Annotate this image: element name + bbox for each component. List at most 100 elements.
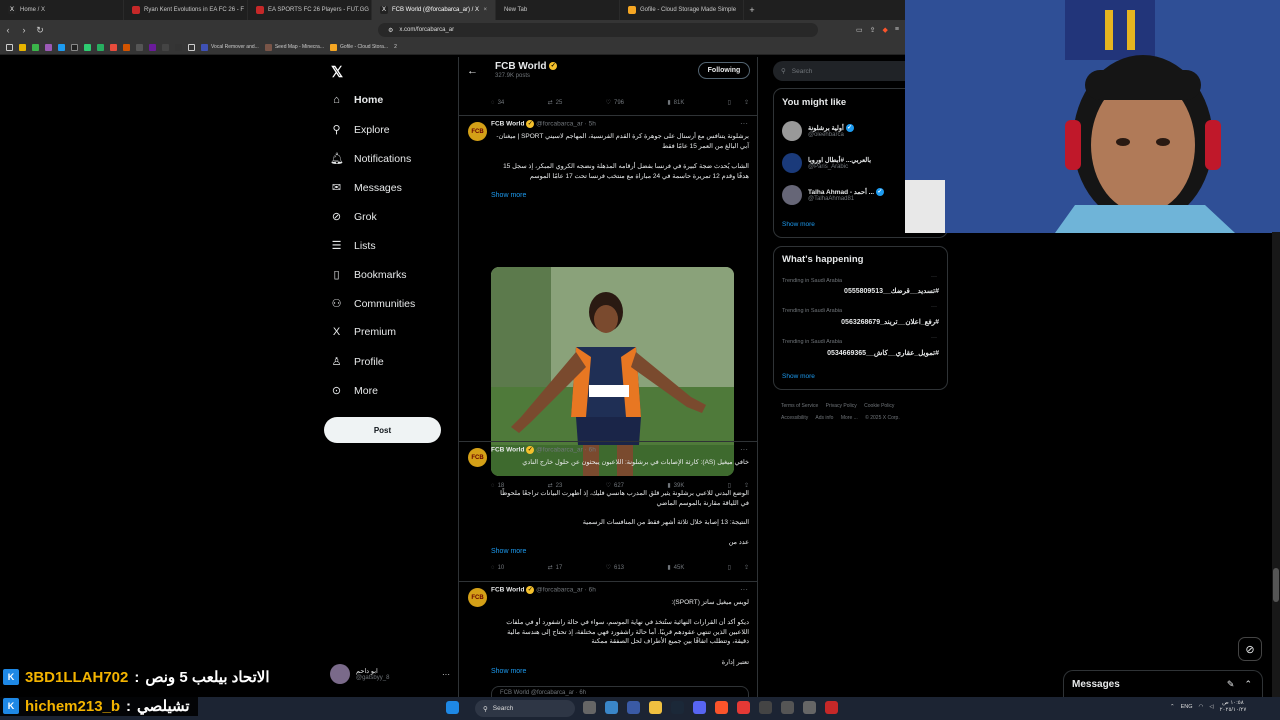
bookmark-favicon-icon[interactable]: [136, 43, 143, 51]
bookmark-item[interactable]: 2: [394, 44, 397, 50]
brave-shield-icon[interactable]: ◆: [883, 26, 888, 34]
views-button[interactable]: ▮ 45K: [667, 564, 684, 572]
nav-messages[interactable]: ✉ Messages: [330, 181, 402, 195]
scrollbar-thumb[interactable]: [1273, 568, 1279, 602]
browser-tab[interactable]: Ryan Kent Evolutions in EA FC 26 - F: [124, 0, 248, 20]
x-logo-icon[interactable]: 𝕏: [331, 63, 343, 81]
task-view-icon[interactable]: [583, 701, 596, 714]
brave-icon[interactable]: [715, 701, 728, 714]
browser-tab-active[interactable]: X FCB World (@forcabarca_ar) / X ×: [372, 0, 496, 20]
bookmark-favicon-icon[interactable]: [123, 43, 130, 51]
app-icon[interactable]: [737, 701, 750, 714]
account-switcher[interactable]: ابو داحم @gatsbyy_8 ···: [330, 663, 455, 685]
more-dots-icon[interactable]: ···: [740, 119, 748, 128]
discord-icon[interactable]: [693, 701, 706, 714]
taskbar-search[interactable]: ⚲ Search: [475, 700, 575, 717]
volume-icon[interactable]: ◁: [1209, 704, 1213, 710]
show-more-link[interactable]: Show more: [782, 373, 815, 380]
bookmark-favicon-icon[interactable]: [175, 43, 182, 51]
bookmark-favicon-icon[interactable]: [149, 43, 156, 51]
share-icon[interactable]: ⇪: [744, 564, 749, 571]
bookmark-favicon-icon[interactable]: [162, 43, 169, 51]
obs-icon[interactable]: [803, 701, 816, 714]
more-dots-icon[interactable]: ···: [931, 304, 937, 310]
quoted-tweet[interactable]: FCB World @forcabarca_ar · 6h: [491, 686, 749, 697]
footer-link[interactable]: Accessibility: [781, 415, 808, 421]
app-icon[interactable]: [781, 701, 794, 714]
close-tab-icon[interactable]: ×: [483, 7, 487, 13]
app-icon[interactable]: [627, 701, 640, 714]
browser-tab[interactable]: X Home / X: [0, 0, 124, 20]
bookmark-favicon-icon[interactable]: [71, 43, 78, 51]
browser-tab[interactable]: Gofile - Cloud Storage Made Simple: [620, 0, 744, 20]
nav-explore[interactable]: ⚲ Explore: [330, 123, 389, 137]
bookmark-tweet-button[interactable]: ▯ ⇪: [728, 564, 749, 571]
bookmark-item[interactable]: Vocal Remover and...: [201, 43, 259, 51]
bookmark-tweet-button[interactable]: ▯ ⇪: [728, 99, 749, 106]
repost-button[interactable]: ⇄ 25: [548, 99, 563, 107]
tweet[interactable]: FCB FCB World ✓ @forcabarca_ar · 6h ··· …: [459, 441, 757, 580]
footer-link[interactable]: Terms of Service: [781, 403, 818, 409]
screen-icon[interactable]: ▭: [856, 26, 863, 34]
reload-icon[interactable]: ↻: [32, 25, 48, 36]
reply-button[interactable]: ◌ 34: [491, 99, 504, 106]
apps-icon[interactable]: [6, 43, 13, 51]
file-explorer-icon[interactable]: [649, 701, 662, 714]
more-dots-icon[interactable]: ···: [931, 274, 937, 280]
tweet[interactable]: FCB FCB World ✓ @forcabarca_ar · 6h ··· …: [459, 581, 757, 697]
nav-home[interactable]: ⌂ Home: [330, 94, 383, 106]
nav-lists[interactable]: ☰ Lists: [330, 239, 376, 253]
bookmark-favicon-icon[interactable]: [58, 43, 65, 51]
footer-link[interactable]: Ads info: [815, 415, 833, 421]
suggested-user[interactable]: Talha Ahmad - أحمد ... ✓ @TalhaAhmad81: [782, 185, 884, 205]
share-icon[interactable]: ⇪: [744, 99, 749, 106]
show-more-link[interactable]: Show more: [491, 548, 526, 555]
wifi-icon[interactable]: ◠: [1199, 704, 1204, 710]
tweet[interactable]: FCB FCB World ✓ @forcabarca_ar · 5h ··· …: [459, 115, 757, 489]
reply-button[interactable]: ◌ 10: [491, 564, 504, 571]
site-info-icon[interactable]: ⚙: [388, 27, 393, 34]
share-icon[interactable]: ⇪: [870, 26, 876, 34]
like-button[interactable]: ♡ 613: [606, 564, 624, 572]
bookmark-favicon-icon[interactable]: [110, 43, 117, 51]
language-indicator[interactable]: ENG: [1181, 704, 1193, 710]
views-button[interactable]: ▮ 81K: [667, 99, 684, 107]
forward-arrow-icon[interactable]: ›: [16, 25, 32, 35]
steam-icon[interactable]: [671, 701, 684, 714]
repost-button[interactable]: ⇄ 17: [548, 564, 563, 572]
show-more-link[interactable]: Show more: [491, 192, 526, 199]
more-dots-icon[interactable]: ···: [740, 445, 748, 454]
more-dots-icon[interactable]: ···: [740, 585, 748, 594]
address-bar[interactable]: ⚙ x.com/forcabarca_ar: [378, 23, 818, 37]
app-icon[interactable]: [759, 701, 772, 714]
back-arrow-icon[interactable]: ‹: [0, 25, 16, 35]
browser-tab[interactable]: New Tab: [496, 0, 620, 20]
nav-notifications[interactable]: 🔔︎ Notifications: [330, 152, 411, 166]
footer-link[interactable]: Privacy Policy: [826, 403, 857, 409]
bookmark-favicon-icon[interactable]: [97, 43, 104, 51]
chevron-up-icon[interactable]: ⌃: [1170, 704, 1175, 710]
new-message-icon[interactable]: ✎: [1227, 679, 1235, 690]
nav-premium[interactable]: X Premium: [330, 326, 396, 338]
nav-profile[interactable]: ♙ Profile: [330, 355, 384, 369]
more-dots-icon[interactable]: ···: [931, 335, 937, 341]
show-more-link[interactable]: Show more: [782, 221, 815, 228]
following-button[interactable]: Following: [698, 62, 750, 79]
bookmark-item[interactable]: Seed Map - Minecra...: [264, 43, 324, 51]
menu-icon[interactable]: ≡: [895, 26, 899, 34]
nav-more[interactable]: ⊙ More: [330, 384, 378, 398]
new-tab-button[interactable]: +: [744, 5, 760, 15]
nav-communities[interactable]: ⚇ Communities: [330, 297, 416, 311]
browser-tab[interactable]: EA SPORTS FC 26 Players - FUT.GG: [248, 0, 372, 20]
footer-link[interactable]: Cookie Policy: [864, 403, 894, 409]
grok-floating-button[interactable]: ⊘: [1238, 637, 1262, 661]
footer-link[interactable]: More ...: [841, 415, 858, 421]
start-menu-icon[interactable]: [446, 701, 459, 714]
nav-grok[interactable]: ⊘ Grok: [330, 210, 377, 224]
suggested-user[interactable]: بالعربي... #أبطال اوروبا @Paris_Arabic: [782, 153, 871, 173]
bookmark-favicon-icon[interactable]: [32, 43, 39, 51]
bookmark-item[interactable]: Gofile - Cloud Stora...: [330, 43, 388, 51]
back-arrow-icon[interactable]: ←: [467, 65, 478, 77]
bookmark-favicon-icon[interactable]: [19, 43, 26, 51]
clock[interactable]: ١٠:٥٨ ص ٢٠٢٥/١٠/٢٧: [1220, 700, 1247, 714]
